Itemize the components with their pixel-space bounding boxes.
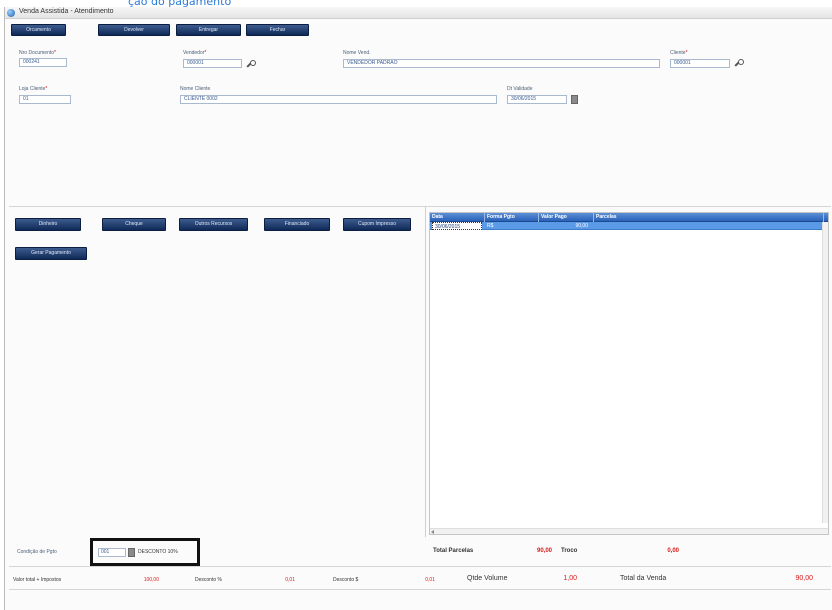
- generate-payment-button[interactable]: Gerar Pagamento: [15, 247, 87, 260]
- store-label: Loja Cliente*: [19, 86, 48, 92]
- seller-search-icon[interactable]: [246, 60, 257, 70]
- cell-data[interactable]: 30/06/2015: [432, 222, 482, 230]
- tab-entregar[interactable]: Entregar: [176, 24, 241, 36]
- title-bar: Venda Assistida - Atendimento: [5, 7, 832, 19]
- troco-label: Troco: [561, 548, 578, 554]
- col-parcelas[interactable]: Parcelas: [594, 213, 824, 222]
- total-parcelas-label: Total Parcelas: [433, 548, 474, 554]
- valid-date-field[interactable]: 30/06/2015: [507, 95, 567, 104]
- seller-name-label: Nome Vend.: [343, 50, 371, 56]
- customer-search-icon[interactable]: [734, 59, 745, 69]
- doc-number-label: Nro Documento*: [19, 50, 56, 56]
- app-icon: [7, 9, 15, 17]
- bottom-divider: [9, 589, 831, 590]
- total-venda-value: 90,00: [795, 575, 813, 582]
- seller-field[interactable]: 000001: [183, 59, 242, 68]
- col-forma-pgto[interactable]: Forma Pgto: [485, 213, 539, 222]
- payment-condition-label: Condição de Pgto: [17, 549, 57, 555]
- customer-name-label: Nome Cliente: [180, 86, 211, 92]
- tab-fechar[interactable]: Fechar: [246, 24, 309, 36]
- customer-field[interactable]: 000001: [670, 59, 730, 68]
- total-venda-label: Total da Venda: [620, 575, 667, 582]
- pay-outros-button[interactable]: Outros Recursos: [179, 218, 248, 231]
- qtde-volume-label: Qtde Volume: [467, 575, 508, 582]
- summary-divider: [9, 566, 831, 567]
- seller-label: Vendedor*: [183, 50, 207, 56]
- desconto-pct-label: Desconto %: [195, 577, 222, 583]
- grid-vertical-scrollbar[interactable]: [822, 222, 828, 523]
- desconto-val-label: Desconto $: [333, 577, 359, 583]
- tab-devolver[interactable]: Devolver: [98, 24, 170, 36]
- calendar-icon[interactable]: [571, 95, 578, 104]
- pay-cupom-button[interactable]: Cupom Impresso: [343, 218, 411, 231]
- cell-forma[interactable]: R$: [485, 222, 539, 230]
- cell-valor[interactable]: 90,00: [539, 222, 592, 230]
- payment-condition-field[interactable]: 001: [98, 548, 126, 557]
- doc-number-field[interactable]: 000241: [19, 58, 67, 67]
- customer-label: Cliente*: [670, 50, 688, 56]
- panel-divider: [425, 207, 426, 537]
- col-data[interactable]: Data: [430, 213, 485, 222]
- window-title: Venda Assistida - Atendimento: [19, 8, 114, 15]
- app-window: Venda Assistida - Atendimento Orcamento …: [4, 7, 832, 610]
- valor-total-label: Valor total + Impostos: [13, 577, 62, 583]
- payment-condition-description: DESCONTO 10%: [138, 549, 178, 555]
- grid-header: Data Forma Pgto Valor Pago Parcelas: [430, 213, 828, 222]
- col-valor-pago[interactable]: Valor Pago: [539, 213, 594, 222]
- valid-date-label: Dt Validade: [507, 86, 533, 92]
- payments-grid[interactable]: Data Forma Pgto Valor Pago Parcelas 30/0…: [429, 212, 829, 535]
- grid-horizontal-scrollbar[interactable]: [430, 528, 828, 534]
- seller-name-field[interactable]: VENDEDOR PADRAO: [343, 59, 660, 68]
- customer-name-field[interactable]: CLIENTE 0002: [180, 95, 497, 104]
- payment-condition-lookup-icon[interactable]: [128, 548, 135, 557]
- desconto-val-value: 0,01: [425, 577, 435, 583]
- troco-value: 0,00: [667, 548, 679, 554]
- store-field[interactable]: 01: [19, 95, 71, 104]
- qtde-volume-value: 1,00: [563, 575, 577, 582]
- table-row[interactable]: 30/06/2015 R$ 90,00: [430, 222, 828, 230]
- section-divider: [9, 206, 831, 207]
- tab-orcamento[interactable]: Orcamento: [11, 24, 66, 36]
- valor-total-value: 100,00: [143, 577, 159, 583]
- pay-financiado-button[interactable]: Financiado: [264, 218, 330, 231]
- scroll-left-icon[interactable]: [431, 530, 434, 534]
- pay-dinheiro-button[interactable]: Dinheiro: [15, 218, 81, 231]
- cell-parcelas[interactable]: [594, 222, 818, 230]
- total-parcelas-value: 90,00: [536, 548, 552, 554]
- desconto-pct-value: 0,01: [285, 577, 295, 583]
- pay-cheque-button[interactable]: Cheque: [102, 218, 166, 231]
